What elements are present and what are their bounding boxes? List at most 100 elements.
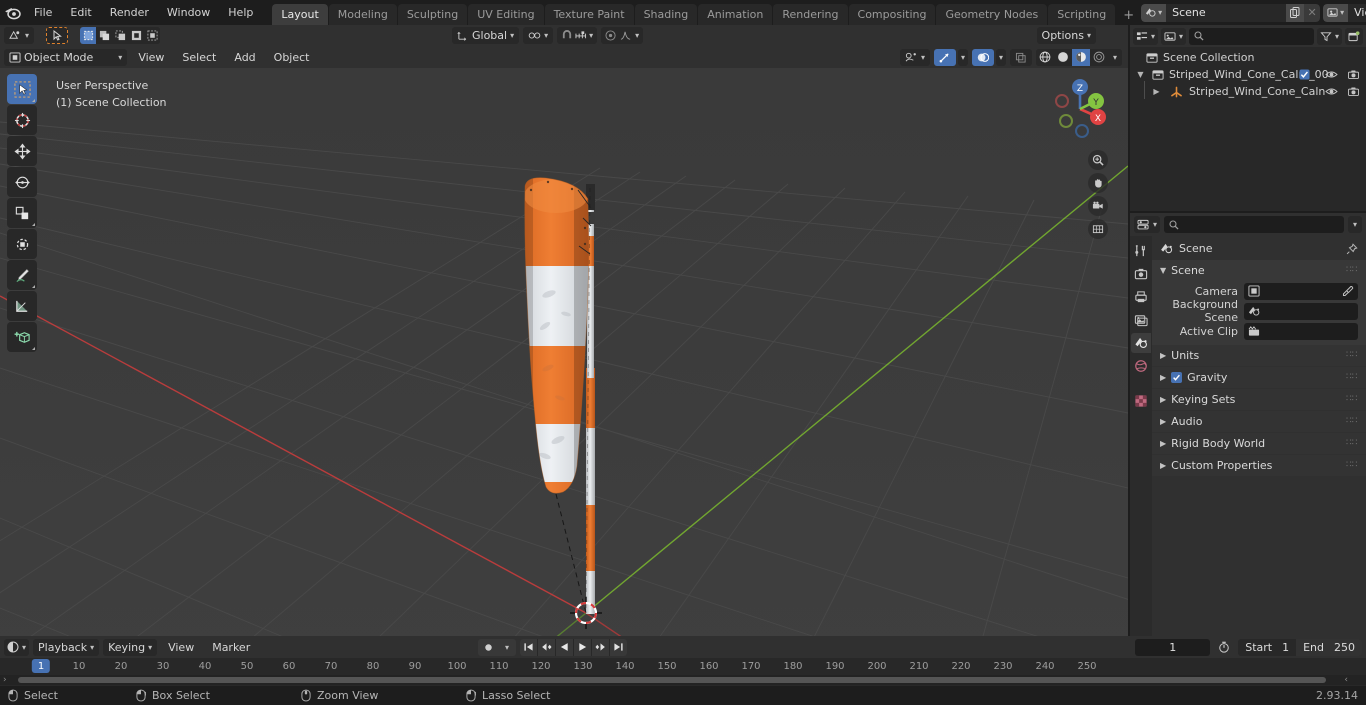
xray-toggle[interactable]: [1010, 48, 1032, 66]
expand-channels-icon[interactable]: ›: [3, 675, 7, 685]
show-gizmo-toggle[interactable]: [933, 48, 956, 66]
camera-render-icon[interactable]: [1347, 69, 1360, 80]
panel-header-units[interactable]: ▶ Units ∷∷: [1152, 345, 1366, 366]
outliner-editor-type-selector[interactable]: ▾: [1133, 27, 1159, 45]
output-tab[interactable]: [1131, 287, 1151, 307]
move-tool[interactable]: [7, 136, 37, 166]
viewport-menu-add[interactable]: Add: [227, 51, 262, 64]
outliner-search-input[interactable]: [1189, 27, 1314, 45]
drag-handle-dots[interactable]: ∷∷: [1346, 395, 1358, 404]
timeline-menu-view[interactable]: View: [161, 641, 201, 654]
tweak-tool-button[interactable]: [46, 27, 69, 44]
navigation-gizmo[interactable]: Z X Y: [1046, 75, 1114, 143]
jump-next-keyframe-icon[interactable]: [592, 638, 609, 656]
viewport-options-dropdown[interactable]: Options ▾: [1036, 27, 1096, 44]
snap-controls[interactable]: ▾: [557, 27, 598, 44]
pin-icon[interactable]: [1346, 242, 1358, 255]
annotate-tool[interactable]: [7, 260, 37, 290]
workspace-tab-sculpting[interactable]: Sculpting: [397, 4, 468, 25]
drag-handle-dots[interactable]: ∷∷: [1346, 266, 1358, 275]
properties-options-dropdown[interactable]: ▾: [1347, 216, 1362, 233]
panel-header-gravity[interactable]: ▶ Gravity ∷∷: [1152, 367, 1366, 388]
select-subtract-button[interactable]: [112, 27, 129, 44]
transform-tool[interactable]: [7, 229, 37, 259]
workspace-tab-compositing[interactable]: Compositing: [848, 4, 936, 25]
drag-handle-dots[interactable]: ∷∷: [1346, 439, 1358, 448]
tool-tab[interactable]: [1131, 241, 1151, 261]
solid-shading-button[interactable]: [1054, 48, 1072, 66]
show-overlays-toggle[interactable]: [971, 48, 994, 66]
panel-header-rigid-body-world[interactable]: ▶ Rigid Body World ∷∷: [1152, 433, 1366, 454]
menu-file[interactable]: File: [25, 3, 61, 22]
workspace-tab-shading[interactable]: Shading: [634, 4, 698, 25]
scene-icon[interactable]: ▾: [1141, 3, 1167, 22]
start-frame-field[interactable]: Start 1: [1238, 639, 1296, 656]
hand-pan-icon[interactable]: [1088, 173, 1108, 193]
menu-help[interactable]: Help: [219, 3, 262, 22]
menu-edit[interactable]: Edit: [61, 3, 100, 22]
auto-keying-toggle[interactable]: ▾: [478, 638, 516, 656]
measure-tool[interactable]: [7, 291, 37, 321]
workspace-tab-layout[interactable]: Layout: [272, 4, 328, 25]
pivot-point-dropdown[interactable]: ▾: [523, 27, 554, 44]
object-mode-dropdown[interactable]: Object Mode ▾: [4, 48, 128, 66]
timeline-menu-marker[interactable]: Marker: [205, 641, 257, 654]
viewport-menu-select[interactable]: Select: [175, 51, 223, 64]
outliner-row-collection[interactable]: ▼ Striped_Wind_Cone_Calm_00: [1130, 66, 1366, 83]
timeline-ruler[interactable]: 10 20 30 40 50 60 70 80 90 100 110 120 1…: [0, 658, 1366, 675]
eye-visible-icon[interactable]: [1325, 86, 1338, 97]
outliner-row-scene-collection[interactable]: Scene Collection: [1130, 49, 1366, 66]
scene-name-field[interactable]: Scene: [1166, 3, 1287, 22]
drag-handle-dots[interactable]: ∷∷: [1346, 417, 1358, 426]
outliner-display-mode-dropdown[interactable]: ▾: [1161, 27, 1187, 45]
workspace-tab-rendering[interactable]: Rendering: [773, 4, 848, 25]
select-new-button[interactable]: [80, 27, 97, 44]
view-layer-tab[interactable]: [1131, 310, 1151, 330]
editor-type-selector[interactable]: ▾: [4, 27, 35, 44]
wireframe-shading-button[interactable]: [1036, 48, 1054, 66]
viewport-3d[interactable]: User Perspective (1) Scene Collection Z …: [0, 68, 1128, 636]
new-collection-button[interactable]: [1345, 27, 1363, 45]
timeline-scrollbar[interactable]: [18, 677, 1326, 683]
menu-render[interactable]: Render: [101, 3, 158, 22]
jump-prev-keyframe-icon[interactable]: [538, 638, 555, 656]
zoom-icon[interactable]: [1088, 150, 1108, 170]
transform-orientation-dropdown[interactable]: Global ▾: [452, 27, 520, 44]
workspace-tab-uv-editing[interactable]: UV Editing: [468, 4, 544, 25]
properties-search-input[interactable]: [1164, 216, 1344, 233]
gizmo-options-dropdown[interactable]: ▾: [957, 48, 968, 66]
timeline-playhead[interactable]: 1: [31, 659, 51, 673]
drag-handle-dots[interactable]: ∷∷: [1346, 373, 1358, 382]
eyedropper-icon[interactable]: [1342, 285, 1354, 297]
cursor-tool[interactable]: [7, 105, 37, 135]
workspace-tab-geometry-nodes[interactable]: Geometry Nodes: [936, 4, 1048, 25]
blender-logo-icon[interactable]: [4, 3, 21, 23]
view-layer-name-field[interactable]: View Layer: [1348, 3, 1366, 22]
view-layer-icon[interactable]: ▾: [1323, 3, 1349, 22]
disclosure-closed-icon[interactable]: ▶: [1152, 87, 1161, 96]
timeline-editor-type-selector[interactable]: ▾: [4, 638, 30, 656]
viewport-menu-object[interactable]: Object: [267, 51, 317, 64]
collection-checkbox[interactable]: [1299, 69, 1310, 80]
panel-header-keying-sets[interactable]: ▶ Keying Sets ∷∷: [1152, 389, 1366, 410]
scale-tool[interactable]: [7, 198, 37, 228]
rendered-shading-button[interactable]: [1090, 48, 1108, 66]
unlink-scene-button[interactable]: ✕: [1304, 3, 1321, 22]
new-scene-button[interactable]: [1286, 3, 1305, 22]
scene-tab[interactable]: [1131, 333, 1151, 353]
rotate-tool[interactable]: [7, 167, 37, 197]
drag-handle-dots[interactable]: ∷∷: [1346, 461, 1358, 470]
texture-tab[interactable]: [1131, 391, 1151, 411]
play-icon[interactable]: [574, 638, 591, 656]
panel-header-scene[interactable]: ▼ Scene ∷∷: [1152, 260, 1366, 281]
active-clip-field[interactable]: [1244, 322, 1358, 340]
panel-header-audio[interactable]: ▶ Audio ∷∷: [1152, 411, 1366, 432]
panel-header-custom-properties[interactable]: ▶ Custom Properties ∷∷: [1152, 455, 1366, 476]
add-cube-tool[interactable]: [7, 322, 37, 352]
jump-to-end-icon[interactable]: [610, 638, 627, 656]
camera-render-icon[interactable]: [1347, 86, 1360, 97]
select-extend-button[interactable]: [96, 27, 113, 44]
object-type-visibility-dropdown[interactable]: ▾: [899, 48, 930, 66]
playback-dropdown[interactable]: Playback ▾: [33, 638, 100, 656]
background-scene-field[interactable]: [1244, 302, 1358, 320]
